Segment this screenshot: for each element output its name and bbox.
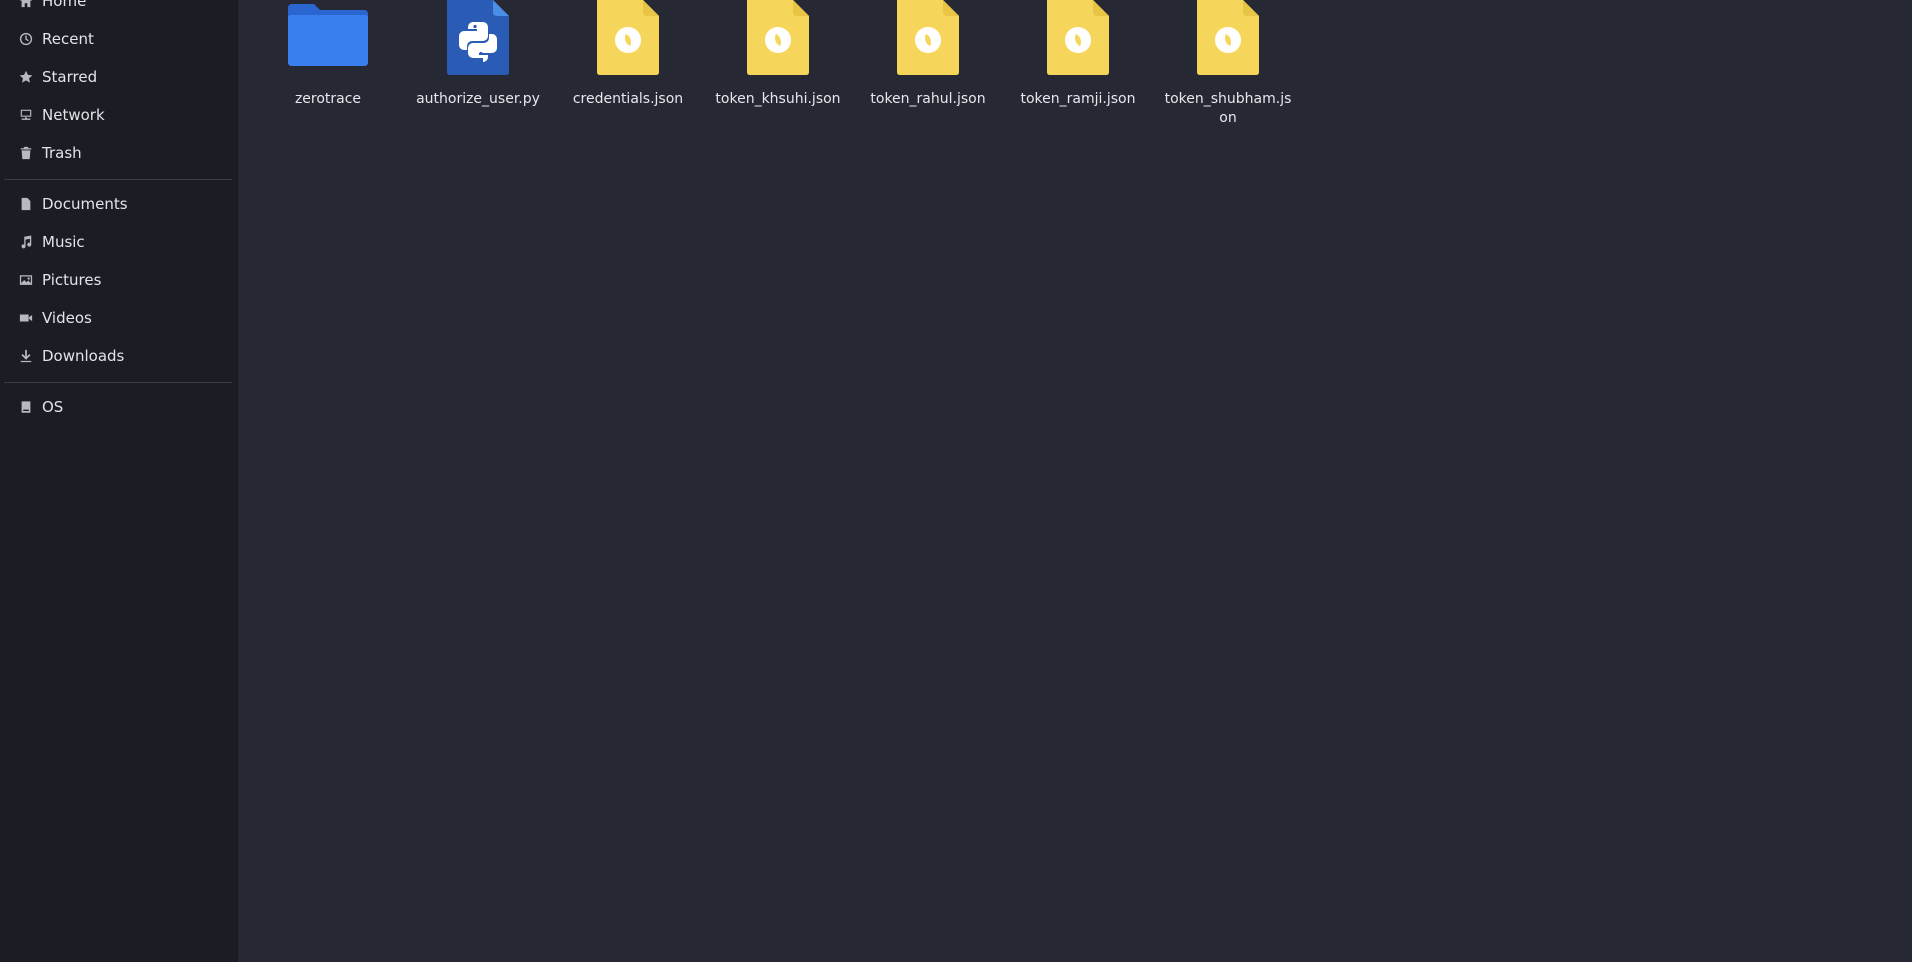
clock-icon (18, 31, 34, 47)
home-icon (18, 0, 34, 9)
python-file-icon (433, 0, 523, 76)
document-icon (18, 196, 34, 212)
music-icon (18, 234, 34, 250)
json-file-icon (1033, 0, 1123, 76)
file-manager-window: Home Recent Starred Network Trash Docume… (0, 0, 1912, 962)
file-item-json[interactable]: token_khsuhi.json (708, 0, 848, 109)
sidebar-item-starred[interactable]: Starred (0, 60, 232, 94)
sidebar-item-label: Recent (42, 30, 94, 48)
file-name: token_khsuhi.json (715, 91, 841, 107)
download-icon (18, 348, 34, 364)
file-name: credentials.json (572, 91, 684, 107)
file-item-json[interactable]: token_rahul.json (858, 0, 998, 109)
sidebar-item-label: Home (42, 0, 87, 10)
file-name: zerotrace (294, 91, 362, 107)
trash-icon (18, 145, 34, 161)
sidebar-item-trash[interactable]: Trash (0, 136, 232, 170)
picture-icon (18, 272, 34, 288)
sidebar-item-documents[interactable]: Documents (0, 187, 232, 221)
sidebar-item-label: Documents (42, 195, 128, 213)
sidebar-item-label: Videos (42, 309, 92, 327)
sidebar-item-home[interactable]: Home (0, 0, 232, 18)
sidebar-separator (4, 179, 232, 180)
file-item-json[interactable]: credentials.json (558, 0, 698, 109)
sidebar-item-music[interactable]: Music (0, 225, 232, 259)
file-name: token_shubham.json (1164, 91, 1292, 126)
file-item-python[interactable]: authorize_user.py (408, 0, 548, 109)
sidebar-item-videos[interactable]: Videos (0, 301, 232, 335)
folder-icon (283, 0, 373, 76)
file-name: token_ramji.json (1020, 91, 1136, 107)
sidebar-item-label: OS (42, 398, 64, 416)
sidebar-item-os-drive[interactable]: OS (0, 390, 232, 424)
sidebar-item-label: Starred (42, 68, 98, 86)
sidebar-separator (4, 382, 232, 383)
video-icon (18, 310, 34, 326)
file-item-folder[interactable]: zerotrace (258, 0, 398, 109)
file-name: token_rahul.json (870, 91, 986, 107)
json-file-icon (583, 0, 673, 76)
drive-icon (18, 399, 34, 415)
sidebar-item-label: Trash (42, 144, 82, 162)
json-file-icon (1183, 0, 1273, 76)
sidebar: Home Recent Starred Network Trash Docume… (0, 0, 238, 962)
sidebar-item-label: Network (42, 106, 105, 124)
file-item-json[interactable]: token_ramji.json (1008, 0, 1148, 109)
sidebar-item-label: Music (42, 233, 85, 251)
sidebar-item-recent[interactable]: Recent (0, 22, 232, 56)
json-file-icon (883, 0, 973, 76)
file-name: authorize_user.py (416, 91, 540, 107)
sidebar-item-label: Pictures (42, 271, 102, 289)
json-file-icon (733, 0, 823, 76)
sidebar-item-downloads[interactable]: Downloads (0, 339, 232, 373)
sidebar-item-label: Downloads (42, 347, 125, 365)
file-item-json[interactable]: token_shubham.json (1158, 0, 1298, 128)
sidebar-item-network[interactable]: Network (0, 98, 232, 132)
network-icon (18, 107, 34, 123)
file-grid-view[interactable]: zerotrace authorize_user.py credentials.… (238, 0, 1912, 962)
sidebar-item-pictures[interactable]: Pictures (0, 263, 232, 297)
star-icon (18, 69, 34, 85)
